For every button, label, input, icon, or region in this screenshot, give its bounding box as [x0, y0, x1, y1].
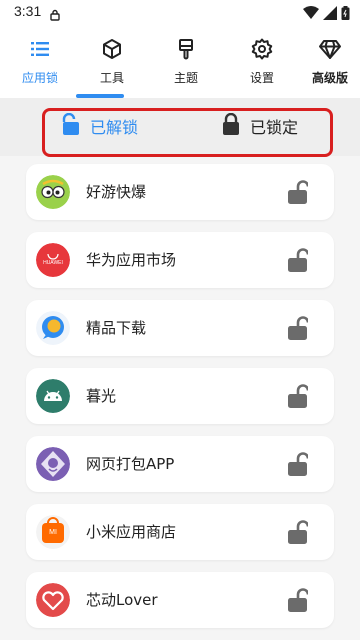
- tab-settings-label: 设置: [249, 71, 274, 85]
- app-name: 精品下载: [86, 319, 147, 337]
- haoyou-app-icon: [36, 175, 70, 209]
- unlocked-padlock-icon[interactable]: [288, 520, 310, 544]
- list-item[interactable]: 暮光: [26, 368, 334, 424]
- top-navigation: 应用锁 工具 主题 设置 高级版: [0, 24, 360, 98]
- diamond-icon: [318, 37, 342, 61]
- unlocked-padlock-icon[interactable]: [288, 248, 310, 272]
- list-item[interactable]: HUAWEI 华为应用市场: [26, 232, 334, 288]
- jingpin-download-icon: [36, 311, 70, 345]
- unlocked-padlock-icon[interactable]: [288, 452, 310, 476]
- android-icon: [36, 379, 70, 413]
- gear-icon: [250, 37, 274, 61]
- list-item[interactable]: 精品下载: [26, 300, 334, 356]
- app-name: 好游快爆: [86, 183, 147, 201]
- wifi-icon: [303, 5, 319, 24]
- unlocked-padlock-icon[interactable]: [288, 588, 310, 612]
- list-icon: [28, 37, 52, 61]
- list-item[interactable]: 网页打包APP: [26, 436, 334, 492]
- app-name: 小米应用商店: [86, 523, 177, 541]
- cube-icon: [100, 37, 124, 61]
- webpack-app-icon: [36, 447, 70, 481]
- app-name: 华为应用市场: [86, 251, 177, 269]
- tab-settings[interactable]: 设置: [226, 24, 298, 98]
- app-name: 芯动Lover: [86, 591, 158, 609]
- list-item[interactable]: 好游快爆: [26, 164, 334, 220]
- highlight-frame: [42, 108, 333, 157]
- unlocked-padlock-icon[interactable]: [288, 180, 310, 204]
- padlock-status-icon: [50, 6, 60, 25]
- tab-theme-label: 主题: [173, 71, 198, 85]
- app-name: 暮光: [86, 387, 117, 405]
- tab-premium[interactable]: 高级版: [294, 24, 360, 98]
- brush-icon: [174, 37, 198, 61]
- app-name: 网页打包APP: [86, 455, 175, 473]
- status-time: 3:31: [14, 3, 42, 19]
- status-bar: 3:31: [0, 0, 360, 24]
- tab-app-lock[interactable]: 应用锁: [4, 24, 76, 98]
- battery-icon: [341, 5, 350, 24]
- cell-signal-icon: [323, 5, 337, 24]
- tab-premium-label: 高级版: [311, 71, 348, 85]
- tab-tools-label: 工具: [99, 71, 124, 85]
- xiaomi-icon-text: MI: [49, 529, 57, 536]
- unlocked-padlock-icon[interactable]: [288, 384, 310, 408]
- list-item[interactable]: 芯动Lover: [26, 572, 334, 628]
- unlocked-padlock-icon[interactable]: [288, 316, 310, 340]
- tab-theme[interactable]: 主题: [150, 24, 222, 98]
- tab-tools[interactable]: 工具: [76, 24, 148, 98]
- heart-lover-icon: [36, 583, 70, 617]
- huawei-icon-text: HUAWEI: [43, 260, 63, 266]
- list-item[interactable]: MI 小米应用商店: [26, 504, 334, 560]
- xiaomi-store-icon: MI: [36, 515, 70, 549]
- tab-app-lock-label: 应用锁: [21, 71, 58, 85]
- huawei-appgallery-icon: HUAWEI: [36, 243, 70, 277]
